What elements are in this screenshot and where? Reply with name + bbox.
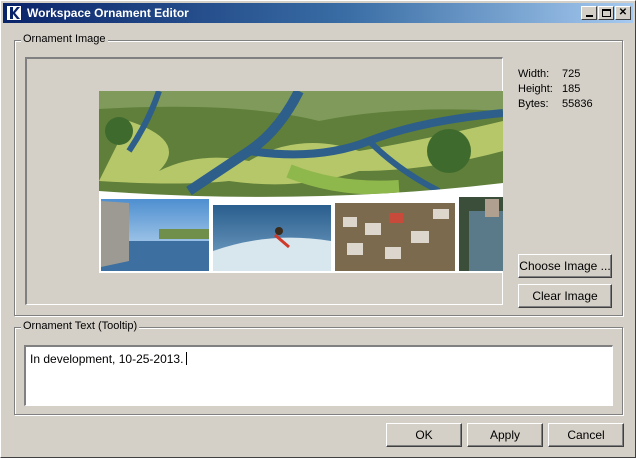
maximize-icon xyxy=(601,9,611,17)
tooltip-text-field[interactable]: In development, 10-25-2013. xyxy=(24,345,613,406)
close-icon: ✕ xyxy=(618,7,628,18)
height-value: 185 xyxy=(562,83,581,95)
width-label: Width: xyxy=(518,68,550,80)
text-caret xyxy=(186,352,188,365)
app-logo-icon xyxy=(6,5,22,21)
tooltip-text-value: In development, 10-25-2013. xyxy=(30,352,184,366)
water-skier-photo xyxy=(213,205,331,271)
width-value: 725 xyxy=(562,68,581,80)
ornament-text-legend: Ornament Text (Tooltip) xyxy=(21,320,140,332)
height-label: Height: xyxy=(518,83,553,95)
clear-image-button[interactable]: Clear Image xyxy=(518,284,612,308)
close-button[interactable]: ✕ xyxy=(615,6,631,20)
maximize-button[interactable] xyxy=(598,6,614,20)
apply-button[interactable]: Apply xyxy=(467,423,543,447)
bytes-label: Bytes: xyxy=(518,98,549,110)
bytes-value: 55836 xyxy=(562,98,593,110)
minimize-icon xyxy=(585,15,593,17)
title-bar[interactable]: Workspace Ornament Editor ✕ xyxy=(3,3,633,23)
ornament-editor-window: Workspace Ornament Editor ✕ Ornament Ima… xyxy=(0,0,636,458)
cancel-button[interactable]: Cancel xyxy=(548,423,624,447)
window-title: Workspace Ornament Editor xyxy=(27,6,189,20)
ornament-image-legend: Ornament Image xyxy=(21,33,108,45)
ornament-image xyxy=(99,91,503,273)
image-preview-frame xyxy=(25,57,503,305)
lock-and-dam-photo xyxy=(459,197,503,271)
minimize-button[interactable] xyxy=(581,6,597,20)
ok-button[interactable]: OK xyxy=(386,423,462,447)
dam-photo xyxy=(101,199,209,271)
flooded-town-photo xyxy=(335,203,455,271)
choose-image-button[interactable]: Choose Image ... xyxy=(518,254,612,278)
